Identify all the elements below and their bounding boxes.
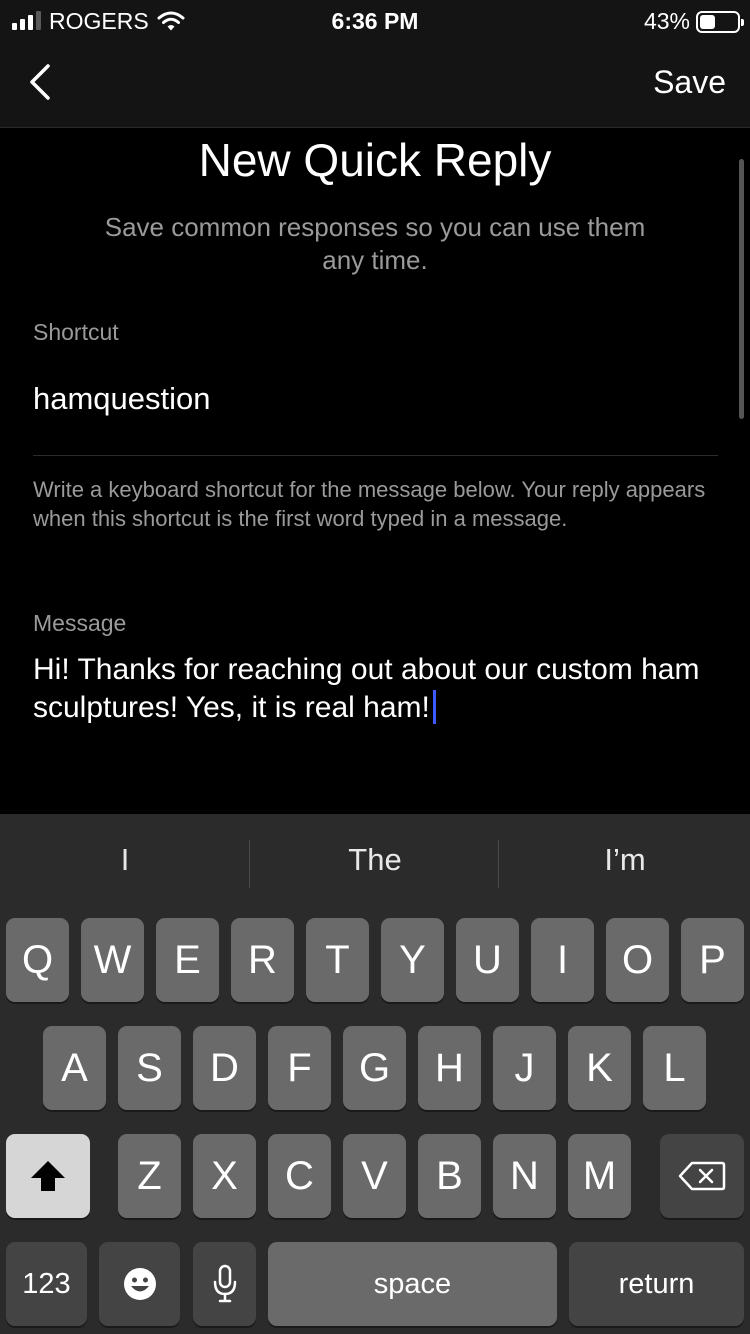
emoji-icon	[123, 1268, 156, 1300]
key-o[interactable]: O	[606, 918, 669, 1002]
key-s[interactable]: S	[118, 1026, 181, 1110]
key-v[interactable]: V	[343, 1134, 406, 1218]
page-title: New Quick Reply	[198, 134, 552, 186]
microphone-key[interactable]	[193, 1242, 256, 1326]
key-q[interactable]: Q	[6, 918, 69, 1002]
key-m[interactable]: M	[568, 1134, 631, 1218]
battery-percent: 43%	[643, 8, 690, 34]
key-i[interactable]: I	[531, 918, 594, 1002]
numbers-key[interactable]: 123	[6, 1242, 87, 1326]
suggestion-1[interactable]: I	[0, 842, 250, 878]
text-cursor	[432, 690, 436, 724]
keyboard: I The I’m Q W E R T Y U I O P A S D F G …	[0, 814, 750, 1334]
key-e[interactable]: E	[156, 918, 219, 1002]
scrollbar[interactable]	[739, 159, 744, 419]
key-l[interactable]: L	[643, 1026, 706, 1110]
return-key[interactable]: return	[569, 1242, 744, 1326]
top-bar: ROGERS 6:36 PM 43% Save	[0, 0, 750, 128]
status-bar: ROGERS 6:36 PM 43%	[0, 0, 750, 44]
key-d[interactable]: D	[193, 1026, 256, 1110]
key-g[interactable]: G	[343, 1026, 406, 1110]
status-right: 43%	[643, 8, 744, 35]
suggestion-2[interactable]: The	[250, 842, 500, 878]
key-c[interactable]: C	[268, 1134, 331, 1218]
emoji-key[interactable]	[99, 1242, 180, 1326]
key-h[interactable]: H	[418, 1026, 481, 1110]
key-w[interactable]: W	[81, 918, 144, 1002]
suggestion-divider	[498, 840, 499, 888]
key-f[interactable]: F	[268, 1026, 331, 1110]
quick-reply-form: New Quick Reply Save common responses so…	[0, 129, 750, 814]
message-text: Hi! Thanks for reaching out about our cu…	[33, 653, 700, 724]
page-subtitle: Save common responses so you can use the…	[104, 212, 646, 275]
shortcut-label: Shortcut	[33, 319, 119, 345]
space-key[interactable]: space	[268, 1242, 557, 1326]
message-input[interactable]: Hi! Thanks for reaching out about our cu…	[33, 651, 723, 727]
shortcut-help-text: Write a keyboard shortcut for the messag…	[33, 477, 706, 531]
divider	[33, 455, 718, 456]
save-button[interactable]: Save	[653, 64, 726, 101]
message-label: Message	[33, 610, 127, 636]
shift-key[interactable]	[6, 1134, 90, 1218]
suggestion-bar: I The I’m	[0, 814, 750, 914]
key-y[interactable]: Y	[381, 918, 444, 1002]
microphone-icon	[213, 1264, 236, 1303]
key-j[interactable]: J	[493, 1026, 556, 1110]
key-k[interactable]: K	[568, 1026, 631, 1110]
key-a[interactable]: A	[43, 1026, 106, 1110]
key-r[interactable]: R	[231, 918, 294, 1002]
shortcut-input[interactable]: hamquestion	[33, 381, 211, 417]
navigation-bar: Save	[0, 44, 750, 128]
key-z[interactable]: Z	[118, 1134, 181, 1218]
clock: 6:36 PM	[331, 8, 419, 34]
key-x[interactable]: X	[193, 1134, 256, 1218]
suggestion-3[interactable]: I’m	[500, 842, 750, 878]
delete-icon	[678, 1161, 726, 1191]
key-u[interactable]: U	[456, 918, 519, 1002]
key-p[interactable]: P	[681, 918, 744, 1002]
delete-key[interactable]	[660, 1134, 744, 1218]
shift-icon	[31, 1161, 65, 1191]
battery-icon	[696, 10, 744, 33]
key-b[interactable]: B	[418, 1134, 481, 1218]
key-t[interactable]: T	[306, 918, 369, 1002]
key-n[interactable]: N	[493, 1134, 556, 1218]
chevron-left-icon[interactable]	[22, 60, 62, 104]
